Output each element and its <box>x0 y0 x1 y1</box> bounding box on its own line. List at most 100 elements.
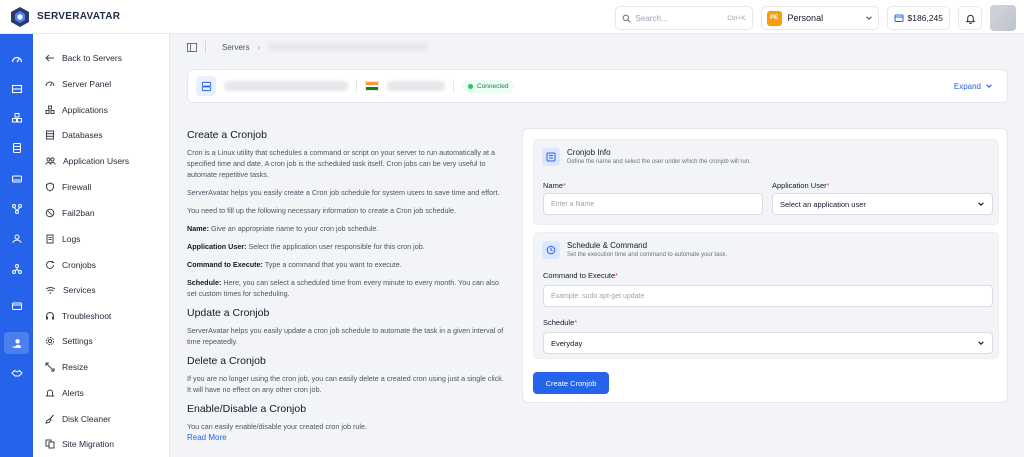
sidebar-item-alerts[interactable]: Alerts <box>45 388 165 398</box>
chevron-down-icon <box>978 341 984 345</box>
toggle-paragraph: You can easily enable/disable your creat… <box>187 422 367 431</box>
section-title: Schedule & Command <box>567 241 648 250</box>
update-paragraph: ServerAvatar helps you easily update a c… <box>187 326 504 346</box>
workspace-switcher[interactable]: PE Personal <box>760 6 879 30</box>
required-mark: * <box>563 181 566 190</box>
notifications-button[interactable] <box>958 6 982 30</box>
shield-icon <box>46 182 54 192</box>
application-user-label: Application User* <box>772 181 830 190</box>
storage-icon[interactable] <box>9 171 24 186</box>
sidebar-item-back-to-servers[interactable]: Back to Servers <box>45 53 165 63</box>
command-label-text: Command to Execute <box>543 271 616 280</box>
sidebar-item-site-migration[interactable]: Site Migration <box>45 439 165 449</box>
create-cronjob-heading: Create a Cronjob <box>187 129 267 141</box>
search-shortcut: Ctrl+K <box>727 14 746 22</box>
brand-name: SERVERAVATAR <box>37 11 121 22</box>
toggle-cronjob-heading: Enable/Disable a Cronjob <box>187 403 307 415</box>
command-help: Command to Execute: Type a command that … <box>187 259 507 270</box>
dashboard-icon[interactable] <box>9 52 24 67</box>
name-label-text: Name <box>543 181 564 190</box>
sidebar-item-troubleshoot[interactable]: Troubleshoot <box>45 311 165 321</box>
server-icon <box>196 76 216 96</box>
brand-logo[interactable]: SERVERAVATAR <box>0 5 170 29</box>
sidebar-item-resize[interactable]: Resize <box>45 362 165 372</box>
sidebar-item-label: Firewall <box>62 182 92 192</box>
services-icon <box>45 287 56 294</box>
server-ip <box>387 81 445 91</box>
servers-icon[interactable] <box>9 81 24 96</box>
sidebar-item-cronjobs[interactable]: Cronjobs <box>45 260 165 270</box>
sidebar-item-services[interactable]: Services <box>45 285 165 295</box>
schedule-select[interactable]: Everyday <box>543 332 993 354</box>
sidebar-item-disk-cleaner[interactable]: Disk Cleaner <box>45 414 165 424</box>
top-header: SERVERAVATAR Search... Ctrl+K PE Persona… <box>0 0 1024 34</box>
section-title: Cronjob Info <box>567 148 611 157</box>
expand-label: Expand <box>953 81 981 91</box>
databases-icon[interactable] <box>9 140 24 155</box>
sidebar-item-databases[interactable]: Databases <box>45 130 165 140</box>
schedule-label: Schedule* <box>543 318 577 327</box>
balance-button[interactable]: $186,245 <box>886 6 950 30</box>
sidebar-item-firewall[interactable]: Firewall <box>45 182 165 192</box>
application-user-value: Select an application user <box>780 199 866 209</box>
gear-icon <box>45 336 55 346</box>
sidebar-item-label: Resize <box>62 362 88 372</box>
handshake-icon[interactable] <box>9 365 24 380</box>
sidebar-item-label: Cronjobs <box>62 260 97 270</box>
sidebar-item-applications[interactable]: Applications <box>45 105 165 115</box>
breadcrumb-servers[interactable]: Servers <box>222 43 250 52</box>
command-input[interactable]: Example: sudo apt-get update <box>543 285 993 307</box>
expand-button[interactable]: Expand <box>954 82 993 91</box>
server-info-card: Connected Expand <box>187 69 1008 103</box>
server-name <box>224 81 348 91</box>
sidebar-item-label: Databases <box>62 130 103 140</box>
user-avatar[interactable] <box>990 5 1016 31</box>
billing-icon[interactable] <box>9 298 24 313</box>
applications-icon <box>45 105 55 114</box>
support-icon[interactable] <box>4 332 29 354</box>
sidebar-item-label: Alerts <box>62 388 84 398</box>
status-badge: Connected <box>462 79 515 93</box>
sidebar-item-label: Server Panel <box>62 79 112 89</box>
team-icon[interactable] <box>9 231 24 246</box>
arrow-left-icon <box>45 54 54 62</box>
sidebar-item-server-panel[interactable]: Server Panel <box>45 79 165 89</box>
command-term: Command to Execute: <box>187 260 263 269</box>
wallet-icon <box>894 14 904 22</box>
global-search[interactable]: Search... Ctrl+K <box>614 6 753 30</box>
bell-icon <box>965 14 975 24</box>
cronjob-info-section: Cronjob Info Define the name and select … <box>533 139 999 225</box>
user-help: Application User: Select the application… <box>187 241 507 252</box>
search-placeholder: Search... <box>635 13 668 23</box>
schedule-term: Schedule: <box>187 278 222 287</box>
breadcrumb-server-name[interactable] <box>268 43 429 51</box>
create-cronjob-button[interactable]: Create Cronjob <box>533 372 609 394</box>
sidebar-item-logs[interactable]: Logs <box>45 234 165 244</box>
network-icon[interactable] <box>9 261 24 276</box>
broom-icon <box>45 414 54 424</box>
chevron-down-icon <box>865 16 872 20</box>
required-mark: * <box>826 181 830 190</box>
delete-cronjob-heading: Delete a Cronjob <box>187 355 266 367</box>
sidebar-item-settings[interactable]: Settings <box>45 336 165 346</box>
breadcrumb-divider: › <box>257 42 261 52</box>
name-help: Name: Give an appropriate name to your c… <box>187 223 507 234</box>
status-dot <box>468 83 473 89</box>
update-cronjob-heading: Update a Cronjob <box>187 307 270 319</box>
create-paragraph-1: Cron is a Linux utility that schedules a… <box>187 148 496 179</box>
sidebar-item-fail2ban[interactable]: Fail2ban <box>45 208 165 218</box>
sidebar-item-application-users[interactable]: Application Users <box>45 156 165 166</box>
applications-icon[interactable] <box>9 110 24 125</box>
schedule-value: Everyday <box>551 338 583 348</box>
read-more-link[interactable]: Read More <box>187 433 227 442</box>
icon-rail <box>0 34 33 457</box>
name-input[interactable]: Enter a Name <box>543 193 763 215</box>
integrations-icon[interactable] <box>9 201 24 216</box>
application-user-select[interactable]: Select an application user <box>772 193 993 215</box>
create-paragraph-2: ServerAvatar helps you easily create a C… <box>187 188 500 197</box>
server-sidebar: Back to Servers Server Panel Application… <box>33 34 170 457</box>
migration-icon <box>45 439 55 449</box>
create-paragraph-3: You need to fill up the following necess… <box>187 206 457 215</box>
cronjob-help: Create a Cronjob Cron is a Linux utility… <box>187 128 507 443</box>
sidebar-toggle-icon[interactable] <box>187 42 197 52</box>
